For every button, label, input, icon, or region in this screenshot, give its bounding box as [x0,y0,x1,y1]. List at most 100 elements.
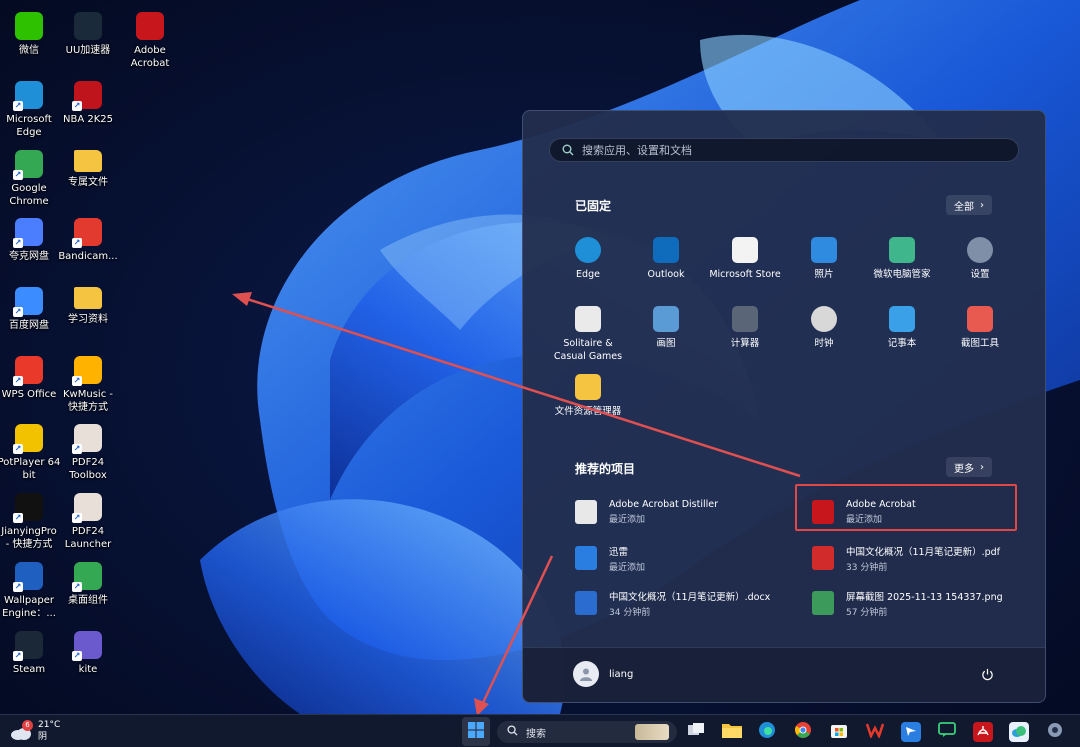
pinned-app-label: Outlook [647,269,685,280]
acrobat-taskbar-button[interactable] [973,722,993,742]
pinned-app[interactable]: 设置 [941,237,1019,281]
shortcut-arrow-icon: ↗ [13,101,23,111]
chevron-right-icon: › [980,199,984,211]
recommended-item-name: Adobe Acrobat Distiller [609,499,719,510]
desktop-shortcut-label: WPS Office [1,389,57,400]
desktop-shortcut-label: Bandicam... [58,251,118,262]
wps-office-icon [865,722,885,742]
recommended-item[interactable]: 中国文化概况（11月笔记更新）.pdf 33 分钟前 [810,538,1024,578]
desktop-shortcut[interactable]: ↗ Steam [0,631,61,676]
desktop-shortcut[interactable]: ↗ kite [56,631,120,676]
settings-taskbar-button[interactable] [1045,722,1065,742]
pinned-app[interactable]: Outlook [627,237,705,281]
potplayer-icon: ↗ [13,424,43,454]
desktop-shortcut[interactable]: ↗ KwMusic - 快捷方式 [56,356,120,414]
desktop-shortcut[interactable]: ↗ Microsoft Edge [0,81,61,139]
search-icon [507,725,518,739]
desktop-shortcut[interactable]: ↗ 桌面组件 [56,562,120,607]
pinned-app[interactable]: 画图 [627,306,705,350]
more-button[interactable]: 更多 › [946,457,992,477]
pinned-app[interactable]: 微软电脑管家 [863,237,941,281]
pinned-app-label: Solitaire & Casual Games [553,338,623,362]
png-file-icon [812,591,834,615]
taskbar: 6 21°C 阴 搜索 [0,714,1080,747]
chrome-taskbar-button[interactable] [793,722,813,742]
pinned-app-label: 记事本 [887,338,917,349]
word-file-icon [575,591,597,615]
xunlei-taskbar-button[interactable] [901,722,921,742]
pinned-app-label: 设置 [970,269,990,280]
desktop-shortcut[interactable]: ↗ Wallpaper Engine：... [0,562,61,620]
notepad-icon [889,306,915,332]
recommended-item[interactable]: 中国文化概况（11月笔记更新）.docx 34 分钟前 [573,583,787,623]
desktop-shortcut[interactable]: 学习资料 [56,287,120,326]
desktop-shortcut[interactable]: ↗ 夸克网盘 [0,218,61,263]
taskbar-search-label: 搜索 [526,728,546,740]
taskbar-search[interactable]: 搜索 [497,721,677,743]
microsoft-store-icon [732,237,758,263]
desktop-shortcut[interactable]: ↗ PDF24 Toolbox [56,424,120,482]
desktop-shortcut-label: Wallpaper Engine：... [2,595,56,619]
desktop-shortcut[interactable]: 专属文件 [56,150,120,189]
pinned-app-label: 时钟 [814,338,834,349]
pinned-app[interactable]: 截图工具 [941,306,1019,350]
desktop-shortcut-label: Google Chrome [9,183,49,207]
desktop-shortcut[interactable]: ↗ WPS Office [0,356,61,401]
start-button[interactable] [462,717,490,746]
shortcut-arrow-icon: ↗ [13,170,23,180]
desktop-shortcut[interactable]: ↗ NBA 2K25 [56,81,120,126]
pinned-app[interactable]: Edge [549,237,627,281]
adobe-acrobat-icon [136,12,164,40]
pinned-app[interactable]: 时钟 [785,306,863,350]
pinned-app-label: 画图 [656,338,676,349]
start-menu-footer: liang [523,647,1045,702]
start-menu: 已固定 全部 › Edge Outlook Microsoft Store 照片 微软电… [522,110,1046,703]
messaging-taskbar-button[interactable] [937,722,957,742]
start-search-input[interactable] [582,143,1002,157]
desktop-shortcut-label: PDF24 Toolbox [69,457,107,481]
recommended-section-title: 推荐的项目 [575,462,636,476]
desktop-shortcut[interactable]: ↗ Google Chrome [0,150,61,208]
chrome-icon: ↗ [13,150,43,180]
desktop-shortcut-label: JianyingPro - 快捷方式 [1,526,57,550]
steam-icon: ↗ [13,631,43,661]
user-account-button[interactable]: liang [573,661,633,687]
weather-temperature: 21°C [38,720,61,730]
desktop-shortcut[interactable]: ↗ JianyingPro - 快捷方式 [0,493,61,551]
desktop-shortcut[interactable]: ↗ PotPlayer 64 bit [0,424,61,482]
desktop-shortcut[interactable]: ↗ 百度网盘 [0,287,61,332]
pdf-file-icon [812,546,834,570]
desktop-shortcut[interactable]: 微信 [0,12,61,57]
pinned-app[interactable]: Solitaire & Casual Games [549,306,627,363]
chat-icon [938,722,956,742]
desktop-shortcut[interactable]: Adobe Acrobat [118,12,182,70]
edge-icon [575,237,601,263]
pinned-app[interactable]: Microsoft Store [706,237,784,281]
recommended-item-time: 最近添加 [609,562,646,573]
cloud-drive-taskbar-button[interactable] [1009,722,1029,742]
weather-widget[interactable]: 6 21°C 阴 [10,718,60,743]
recommended-item[interactable]: Adobe Acrobat 最近添加 [810,492,1024,532]
search-highlight-image [635,724,669,740]
desktop-shortcut[interactable]: ↗ PDF24 Launcher [56,493,120,551]
edge-taskbar-button[interactable] [757,722,777,742]
recommended-item[interactable]: Adobe Acrobat Distiller 最近添加 [573,492,787,532]
pinned-app[interactable]: 计算器 [706,306,784,350]
baidu-netdisk-icon: ↗ [13,287,43,317]
file-explorer-taskbar-button[interactable] [722,722,742,742]
power-button[interactable] [978,666,996,684]
recommended-item[interactable]: 屏幕截图 2025-11-13 154337.png 57 分钟前 [810,583,1024,623]
all-apps-button[interactable]: 全部 › [946,195,992,215]
desktop-shortcut-label: kite [78,664,98,675]
wps-taskbar-button[interactable] [865,722,885,742]
desktop-shortcut[interactable]: UU加速器 [56,12,120,57]
desktop-shortcut[interactable]: ↗ Bandicam... [56,218,120,263]
pinned-app[interactable]: 文件资源管理器 [549,374,627,418]
task-view-button[interactable] [686,722,706,742]
pinned-app[interactable]: 记事本 [863,306,941,350]
start-search-box[interactable] [549,138,1019,162]
desktop-shortcut-label: Steam [12,664,46,675]
microsoft-store-taskbar-button[interactable] [829,722,849,742]
recommended-item[interactable]: 迅雷 最近添加 [573,538,787,578]
pinned-app[interactable]: 照片 [785,237,863,281]
